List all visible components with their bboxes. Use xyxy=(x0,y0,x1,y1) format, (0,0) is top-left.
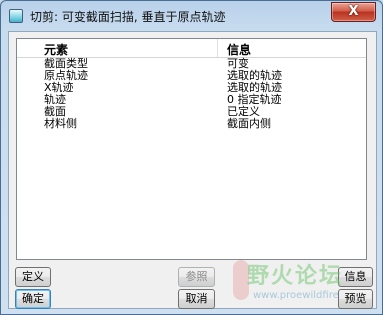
close-icon: X xyxy=(348,4,359,19)
element-name: 材料侧 xyxy=(44,117,77,130)
list-item[interactable]: 轨迹 0 指定轨迹 xyxy=(17,94,366,106)
element-info: 截面内侧 xyxy=(227,117,271,130)
app-icon xyxy=(9,9,23,23)
list-item[interactable]: 材料侧 截面内侧 xyxy=(17,118,366,130)
list-item[interactable]: X轨迹 选取的轨迹 xyxy=(17,82,366,94)
dialog-client-area: 元素 信息 截面类型 可变 原点轨迹 选取的轨迹 X轨迹 选取的轨迹 轨迹 0 … xyxy=(8,31,377,309)
column-divider[interactable] xyxy=(217,39,218,57)
list-header: 元素 信息 xyxy=(17,39,366,58)
define-button[interactable]: 定义 xyxy=(15,267,51,287)
preview-button[interactable]: 预览 xyxy=(338,289,373,309)
info-button[interactable]: 信息 xyxy=(338,267,373,287)
ok-button[interactable]: 确定 xyxy=(15,289,51,309)
window-title: 切剪: 可变截面扫描, 垂直于原点轨迹 xyxy=(30,10,226,24)
column-header-element[interactable]: 元素 xyxy=(44,41,68,58)
dialog-window: 切剪: 可变截面扫描, 垂直于原点轨迹 X 元素 信息 截面类型 可变 原点轨迹… xyxy=(0,0,383,315)
cancel-button[interactable]: 取消 xyxy=(178,289,215,309)
element-info-list[interactable]: 元素 信息 截面类型 可变 原点轨迹 选取的轨迹 X轨迹 选取的轨迹 轨迹 0 … xyxy=(16,38,367,260)
reference-button[interactable]: 参照 xyxy=(178,267,215,287)
title-bar[interactable]: 切剪: 可变截面扫描, 垂直于原点轨迹 X xyxy=(1,1,382,31)
close-button[interactable]: X xyxy=(331,2,376,22)
column-header-info[interactable]: 信息 xyxy=(227,41,251,58)
